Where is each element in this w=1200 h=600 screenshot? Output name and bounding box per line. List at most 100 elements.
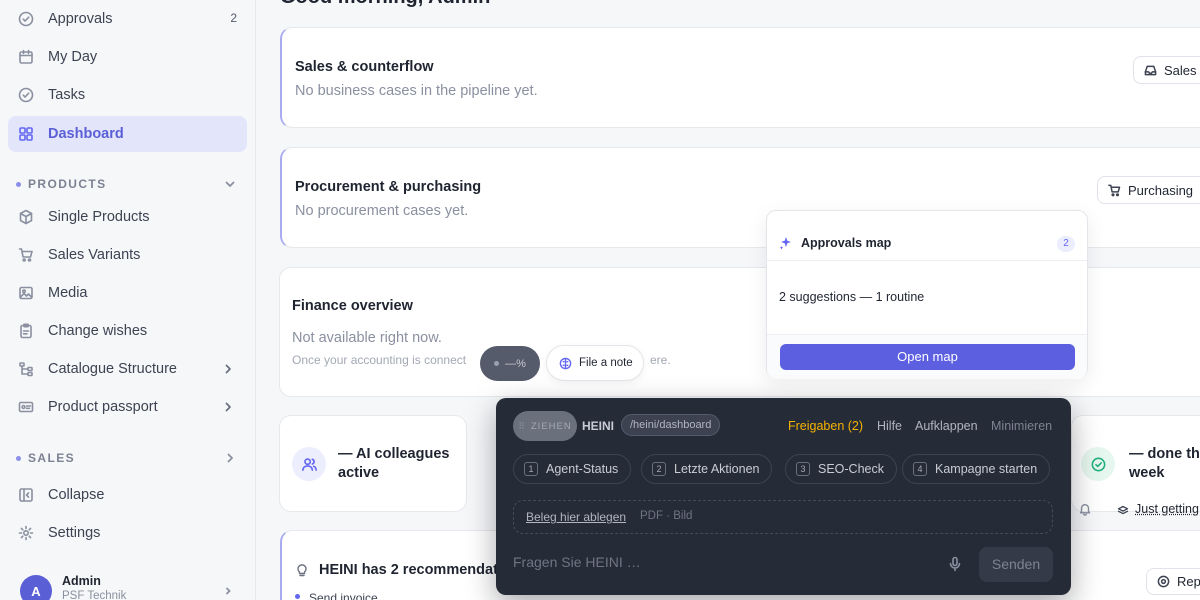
users-icon	[292, 447, 326, 481]
finance-note-end: ere.	[650, 353, 671, 367]
chevron-right-icon	[223, 451, 237, 465]
sidebar-item-tasks[interactable]: Tasks	[8, 77, 247, 113]
quick-action-label: Agent-Status	[546, 462, 618, 476]
sidebar-item-label: Product passport	[48, 399, 158, 415]
report-button[interactable]: Rep	[1146, 568, 1200, 595]
assistant-name: HEINI	[582, 419, 614, 433]
shortcut-key: 1	[524, 462, 538, 476]
progress-chip[interactable]: —%	[480, 346, 540, 381]
expand-link[interactable]: Aufklappen	[915, 419, 978, 433]
drag-handle-label: ZIEHEN	[531, 421, 572, 432]
list-bullet	[295, 594, 300, 599]
page-title: Good morning, Admin	[280, 0, 490, 9]
sidebar-item-product-passport[interactable]: Product passport	[8, 389, 247, 425]
quick-action-agent-status[interactable]: 1 Agent-Status	[513, 454, 631, 484]
sidebar-item-label: Sales Variants	[48, 247, 140, 263]
shortcut-key: 2	[652, 462, 666, 476]
sidebar-item-sales-variants[interactable]: Sales Variants	[8, 237, 247, 273]
shortcut-key: 3	[796, 462, 810, 476]
microphone-icon[interactable]	[947, 556, 963, 572]
sidebar-item-my-day[interactable]: My Day	[8, 39, 247, 75]
heini-assistant-panel: ⠿ ZIEHEN HEINI /heini/dashboard Freigabe…	[496, 398, 1071, 595]
recommendation-item[interactable]: Send invoice	[309, 591, 378, 600]
sidebar-item-label: Settings	[48, 525, 100, 541]
sidebar-item-label: Media	[48, 285, 88, 301]
sales-card: Sales & counterflow No business cases in…	[280, 27, 1200, 128]
file-note-label: File a note	[579, 357, 633, 369]
sidebar: Approvals 2 My Day Tasks Dashboard PRODU…	[0, 0, 256, 600]
chevron-down-icon	[223, 177, 237, 191]
sparkles-icon	[779, 236, 793, 250]
file-note-button[interactable]: File a note	[546, 345, 644, 381]
sidebar-item-approvals[interactable]: Approvals 2	[8, 1, 247, 37]
report-button-label: Rep	[1177, 574, 1200, 589]
sidebar-item-label: Approvals	[48, 11, 112, 27]
sidebar-item-label: Tasks	[48, 87, 85, 103]
chevron-right-icon	[222, 584, 234, 596]
sales-button[interactable]: Sales	[1133, 56, 1200, 84]
sidebar-item-label: Collapse	[48, 487, 104, 503]
approvals-map-popover: Approvals map 2 2 suggestions — 1 routin…	[766, 210, 1088, 378]
quick-action-start-campaign[interactable]: 4 Kampagne starten	[902, 454, 1050, 484]
send-button[interactable]: Senden	[979, 547, 1053, 582]
help-circle-icon	[1157, 575, 1170, 588]
user-menu[interactable]: A Admin PSF Technik	[20, 572, 240, 600]
section-dot	[16, 456, 21, 461]
user-org: PSF Technik	[62, 590, 126, 600]
ai-colleagues-stat: — AI colleagues active	[279, 415, 467, 512]
gear-icon	[18, 525, 34, 541]
card-subtitle: Not available right now.	[292, 330, 442, 346]
layers-icon	[1117, 504, 1129, 516]
assistant-path: /heini/dashboard	[621, 414, 720, 436]
sidebar-item-label: Single Products	[48, 209, 150, 225]
sidebar-item-catalogue-structure[interactable]: Catalogue Structure	[8, 351, 247, 387]
check-circle-icon	[18, 11, 34, 27]
popover-footer: Open map	[767, 334, 1087, 379]
sidebar-item-label: Change wishes	[48, 323, 147, 339]
section-title: SALES	[28, 451, 75, 465]
sidebar-item-dashboard[interactable]: Dashboard	[8, 116, 247, 152]
drag-grip-icon: ⠿	[518, 421, 526, 432]
stat-line-2: week	[1129, 465, 1164, 481]
purchasing-button[interactable]: Purchasing	[1097, 176, 1200, 204]
sidebar-item-label: Catalogue Structure	[48, 361, 177, 377]
sidebar-item-settings[interactable]: Settings	[8, 515, 247, 551]
dropzone-link[interactable]: Beleg hier ablegen	[526, 510, 626, 524]
section-sales[interactable]: SALES	[16, 448, 241, 468]
quick-action-seo-check[interactable]: 3 SEO-Check	[785, 454, 897, 484]
open-map-button[interactable]: Open map	[780, 344, 1075, 370]
sidebar-item-label: My Day	[48, 49, 97, 65]
assistant-input[interactable]: Fragen Sie HEINI …	[513, 554, 641, 570]
cart-icon	[1108, 184, 1121, 197]
chevron-right-icon	[221, 362, 235, 376]
cart-icon	[18, 247, 34, 263]
inbox-icon	[1144, 64, 1157, 77]
status-dot	[494, 361, 499, 366]
section-products[interactable]: PRODUCTS	[16, 174, 241, 194]
progress-chip-label: —%	[505, 358, 526, 370]
quick-action-label: Kampagne starten	[935, 462, 1037, 476]
quick-action-recent-actions[interactable]: 2 Letzte Aktionen	[641, 454, 772, 484]
popover-header: Approvals map 2	[767, 211, 1087, 261]
minimize-link[interactable]: Minimieren	[991, 419, 1052, 433]
card-subtitle: No procurement cases yet.	[295, 203, 468, 219]
sidebar-item-single-products[interactable]: Single Products	[8, 199, 247, 235]
sidebar-collapse-button[interactable]: Collapse	[8, 477, 247, 513]
drag-handle[interactable]: ⠿ ZIEHEN	[513, 411, 577, 441]
sidebar-item-media[interactable]: Media	[8, 275, 247, 311]
stat-line-2: active	[338, 465, 379, 481]
help-link[interactable]: Hilfe	[877, 419, 902, 433]
stat-line-1: — done thi	[1129, 446, 1200, 462]
just-getting-link[interactable]: Just getting	[1135, 502, 1199, 516]
popover-title: Approvals map	[801, 236, 891, 250]
popover-body: 2 suggestions — 1 routine	[779, 290, 924, 304]
sidebar-item-label: Dashboard	[48, 126, 124, 142]
grid-icon	[18, 126, 34, 142]
quick-action-label: Letzte Aktionen	[674, 462, 759, 476]
recommendation-title: HEINI has 2 recommendati	[319, 562, 502, 578]
sidebar-item-change-wishes[interactable]: Change wishes	[8, 313, 247, 349]
document-dropzone[interactable]: Beleg hier ablegen PDF · Bild	[513, 500, 1053, 534]
approvals-link[interactable]: Freigaben (2)	[788, 419, 863, 433]
image-icon	[18, 285, 34, 301]
bell-icon[interactable]	[1078, 502, 1092, 516]
